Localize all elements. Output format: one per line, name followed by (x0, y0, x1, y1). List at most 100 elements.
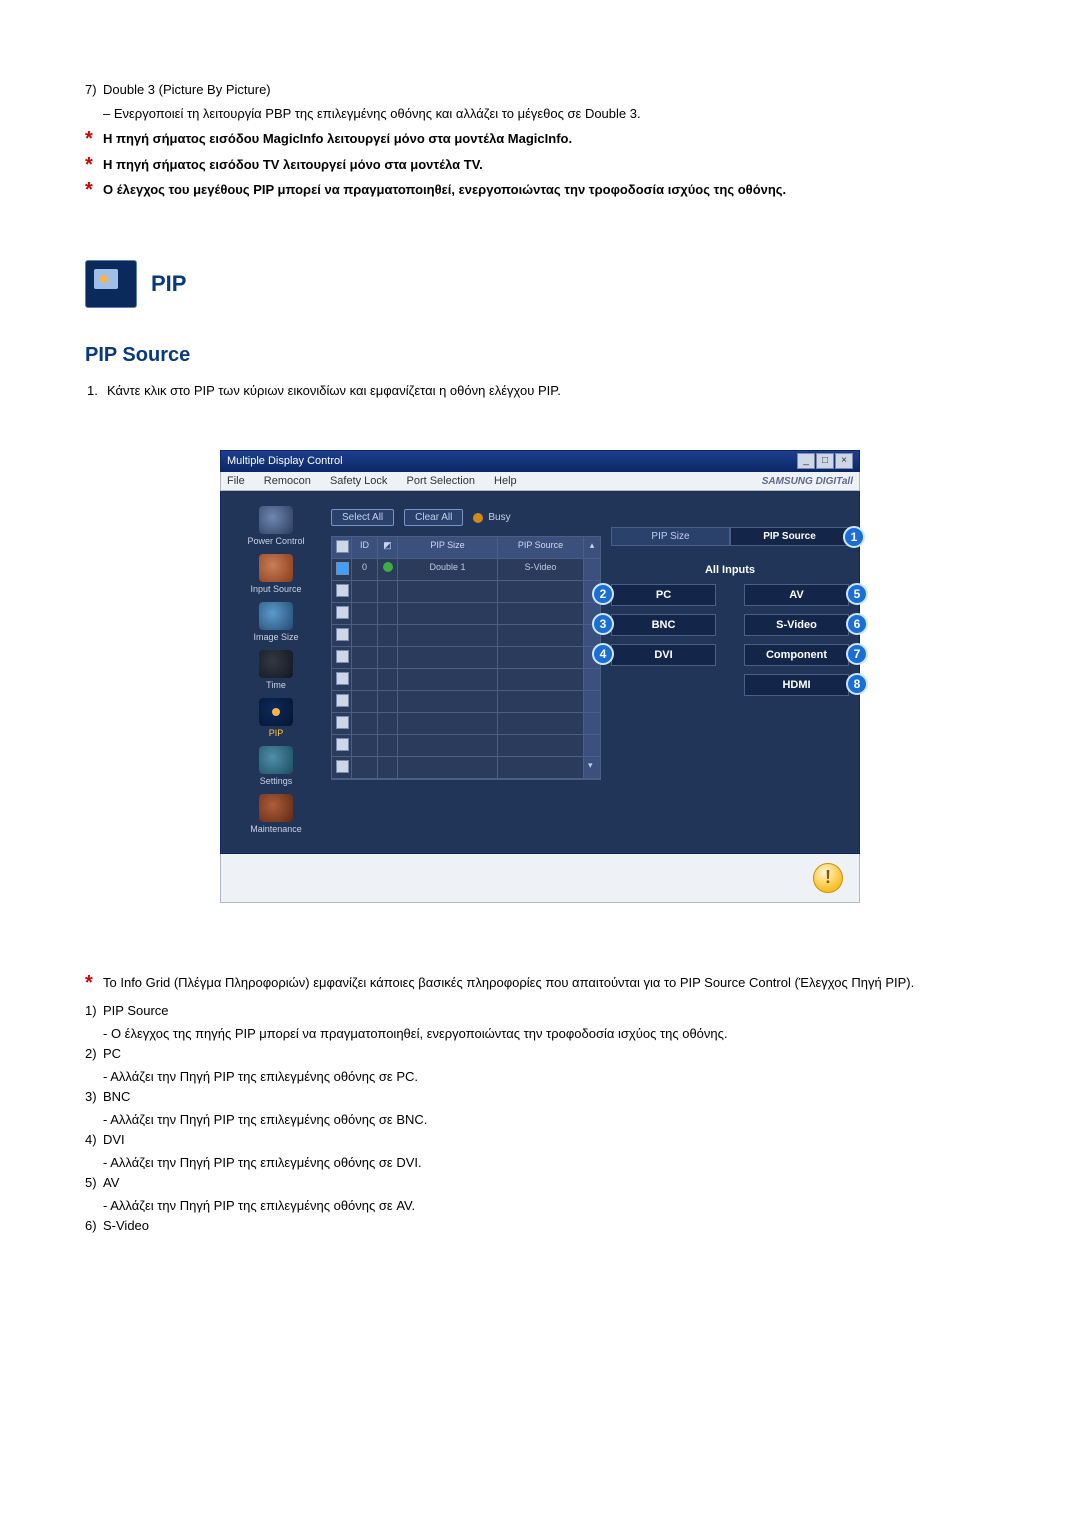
scrollbar-track[interactable] (584, 559, 600, 581)
tab-label: PIP Source (763, 531, 816, 542)
tab-pip-source[interactable]: PIP Source 1 (730, 527, 849, 546)
sidebar-item-label: Power Control (247, 536, 304, 546)
sidebar-item-image-size[interactable]: Image Size (253, 599, 298, 645)
info-grid: ID ◩ PIP Size PIP Source ▴ 0 Double 1 S-… (331, 536, 601, 780)
table-row[interactable] (332, 625, 600, 647)
ibtn-label: BNC (652, 619, 676, 631)
ibtn-label: Component (766, 649, 827, 661)
busy-indicator: Busy (473, 512, 510, 523)
list-number: 1) (85, 1001, 97, 1021)
desc-body-5: - Αλλάζει την Πηγή PIP της επιλεγμένης ο… (85, 1196, 995, 1216)
menu-file[interactable]: File (227, 475, 245, 487)
star-icon: * (85, 129, 93, 149)
step-text: Κάντε κλικ στο PIP των κύριων εικονιδίων… (107, 383, 561, 398)
maintenance-icon (259, 794, 293, 822)
input-dvi-button[interactable]: 4 DVI (611, 644, 716, 666)
table-row[interactable] (332, 669, 600, 691)
sidebar-item-time[interactable]: Time (259, 647, 293, 693)
header-status-icon: ◩ (378, 537, 398, 559)
scroll-up-button[interactable]: ▴ (584, 537, 600, 559)
input-hdmi-button[interactable]: HDMI 8 (744, 674, 849, 696)
row-pip-source: S-Video (498, 559, 584, 581)
sidebar-item-settings[interactable]: Settings (259, 743, 293, 789)
minimize-button[interactable]: _ (797, 453, 815, 469)
desc-item-6: 6) S-Video (85, 1216, 995, 1236)
input-source-icon (259, 554, 293, 582)
menu-help[interactable]: Help (494, 475, 517, 487)
list-number: 3) (85, 1087, 97, 1107)
select-all-button[interactable]: Select All (331, 509, 394, 526)
sidebar-item-maintenance[interactable]: Maintenance (250, 791, 302, 837)
scroll-down-button[interactable]: ▾ (584, 757, 600, 779)
step-1: 1. Κάντε κλικ στο PIP των κύριων εικονιδ… (85, 381, 995, 401)
menu-port-selection[interactable]: Port Selection (406, 475, 474, 487)
window-title: Multiple Display Control (227, 455, 343, 467)
step-number: 1. (87, 381, 98, 401)
desc-body-1: - Ο έλεγχος της πηγής PIP μπορεί να πραγ… (85, 1024, 995, 1044)
ibtn-label: DVI (654, 649, 672, 661)
sidebar-item-input-source[interactable]: Input Source (250, 551, 301, 597)
list-title: PIP Source (103, 1003, 169, 1018)
status-dot-icon (383, 562, 393, 572)
table-row[interactable]: ▾ (332, 757, 600, 779)
star-icon: * (85, 180, 93, 200)
star-icon: * (85, 973, 93, 993)
annotation-8: 8 (846, 673, 868, 695)
section-title: PIP (151, 271, 186, 297)
menubar: File Remocon Safety Lock Port Selection … (220, 472, 860, 491)
table-row[interactable] (332, 735, 600, 757)
input-svideo-button[interactable]: S-Video 6 (744, 614, 849, 636)
tab-pip-size[interactable]: PIP Size (611, 527, 730, 546)
note-pip-size: * Ο έλεγχος του μεγέθους PIP μπορεί να π… (85, 180, 995, 200)
input-av-button[interactable]: AV 5 (744, 584, 849, 606)
table-row[interactable] (332, 581, 600, 603)
warning-icon (813, 863, 843, 893)
ibtn-label: S-Video (776, 619, 817, 631)
list-item-7-desc: – Ενεργοποιεί τη λειτουργία PBP της επιλ… (85, 104, 995, 124)
header-pip-size: PIP Size (398, 537, 498, 559)
pip-section-icon (85, 260, 137, 308)
note-magicinfo: * Η πηγή σήματος εισόδου MagicInfo λειτο… (85, 129, 995, 149)
table-row[interactable] (332, 713, 600, 735)
sidebar-item-power-control[interactable]: Power Control (247, 503, 304, 549)
row-checkbox[interactable] (332, 559, 352, 581)
right-panel: PIP Size PIP Source 1 All Inputs 2 PC (611, 503, 849, 837)
settings-icon (259, 746, 293, 774)
sidebar-item-pip[interactable]: PIP (259, 695, 293, 741)
app-statusbar (220, 854, 860, 903)
input-bnc-button[interactable]: 3 BNC (611, 614, 716, 636)
table-row[interactable]: 0 Double 1 S-Video (332, 559, 600, 581)
table-row[interactable] (332, 603, 600, 625)
close-button[interactable]: × (835, 453, 853, 469)
list-number: 7) (85, 80, 97, 100)
desc-body-4: - Αλλάζει την Πηγή PIP της επιλεγμένης ο… (85, 1153, 995, 1173)
sidebar-item-label: PIP (269, 728, 284, 738)
clear-all-button[interactable]: Clear All (404, 509, 463, 526)
sidebar-item-label: Maintenance (250, 824, 302, 834)
note-tv: * Η πηγή σήματος εισόδου TV λειτουργεί μ… (85, 155, 995, 175)
annotation-7: 7 (846, 643, 868, 665)
subsection-title: PIP Source (85, 344, 995, 367)
menu-remocon[interactable]: Remocon (264, 475, 311, 487)
list-number: 5) (85, 1173, 97, 1193)
list-title: DVI (103, 1132, 125, 1147)
list-title: PC (103, 1046, 121, 1061)
app-window: Multiple Display Control _ □ × File Remo… (220, 450, 860, 903)
section-header: PIP (85, 260, 995, 308)
maximize-button[interactable]: □ (816, 453, 834, 469)
table-row[interactable] (332, 647, 600, 669)
input-pc-button[interactable]: 2 PC (611, 584, 716, 606)
table-row[interactable] (332, 691, 600, 713)
all-inputs-label: All Inputs (705, 564, 755, 576)
header-checkbox[interactable] (332, 537, 352, 559)
row-id: 0 (352, 559, 378, 581)
star-icon: * (85, 155, 93, 175)
list-item-7: 7) Double 3 (Picture By Picture) (85, 80, 995, 100)
pip-icon (259, 698, 293, 726)
desc-body-2: - Αλλάζει την Πηγή PIP της επιλεγμένης ο… (85, 1067, 995, 1087)
header-pip-source: PIP Source (498, 537, 584, 559)
menu-safety-lock[interactable]: Safety Lock (330, 475, 387, 487)
row-pip-size: Double 1 (398, 559, 498, 581)
window-titlebar: Multiple Display Control _ □ × (220, 450, 860, 472)
input-component-button[interactable]: Component 7 (744, 644, 849, 666)
